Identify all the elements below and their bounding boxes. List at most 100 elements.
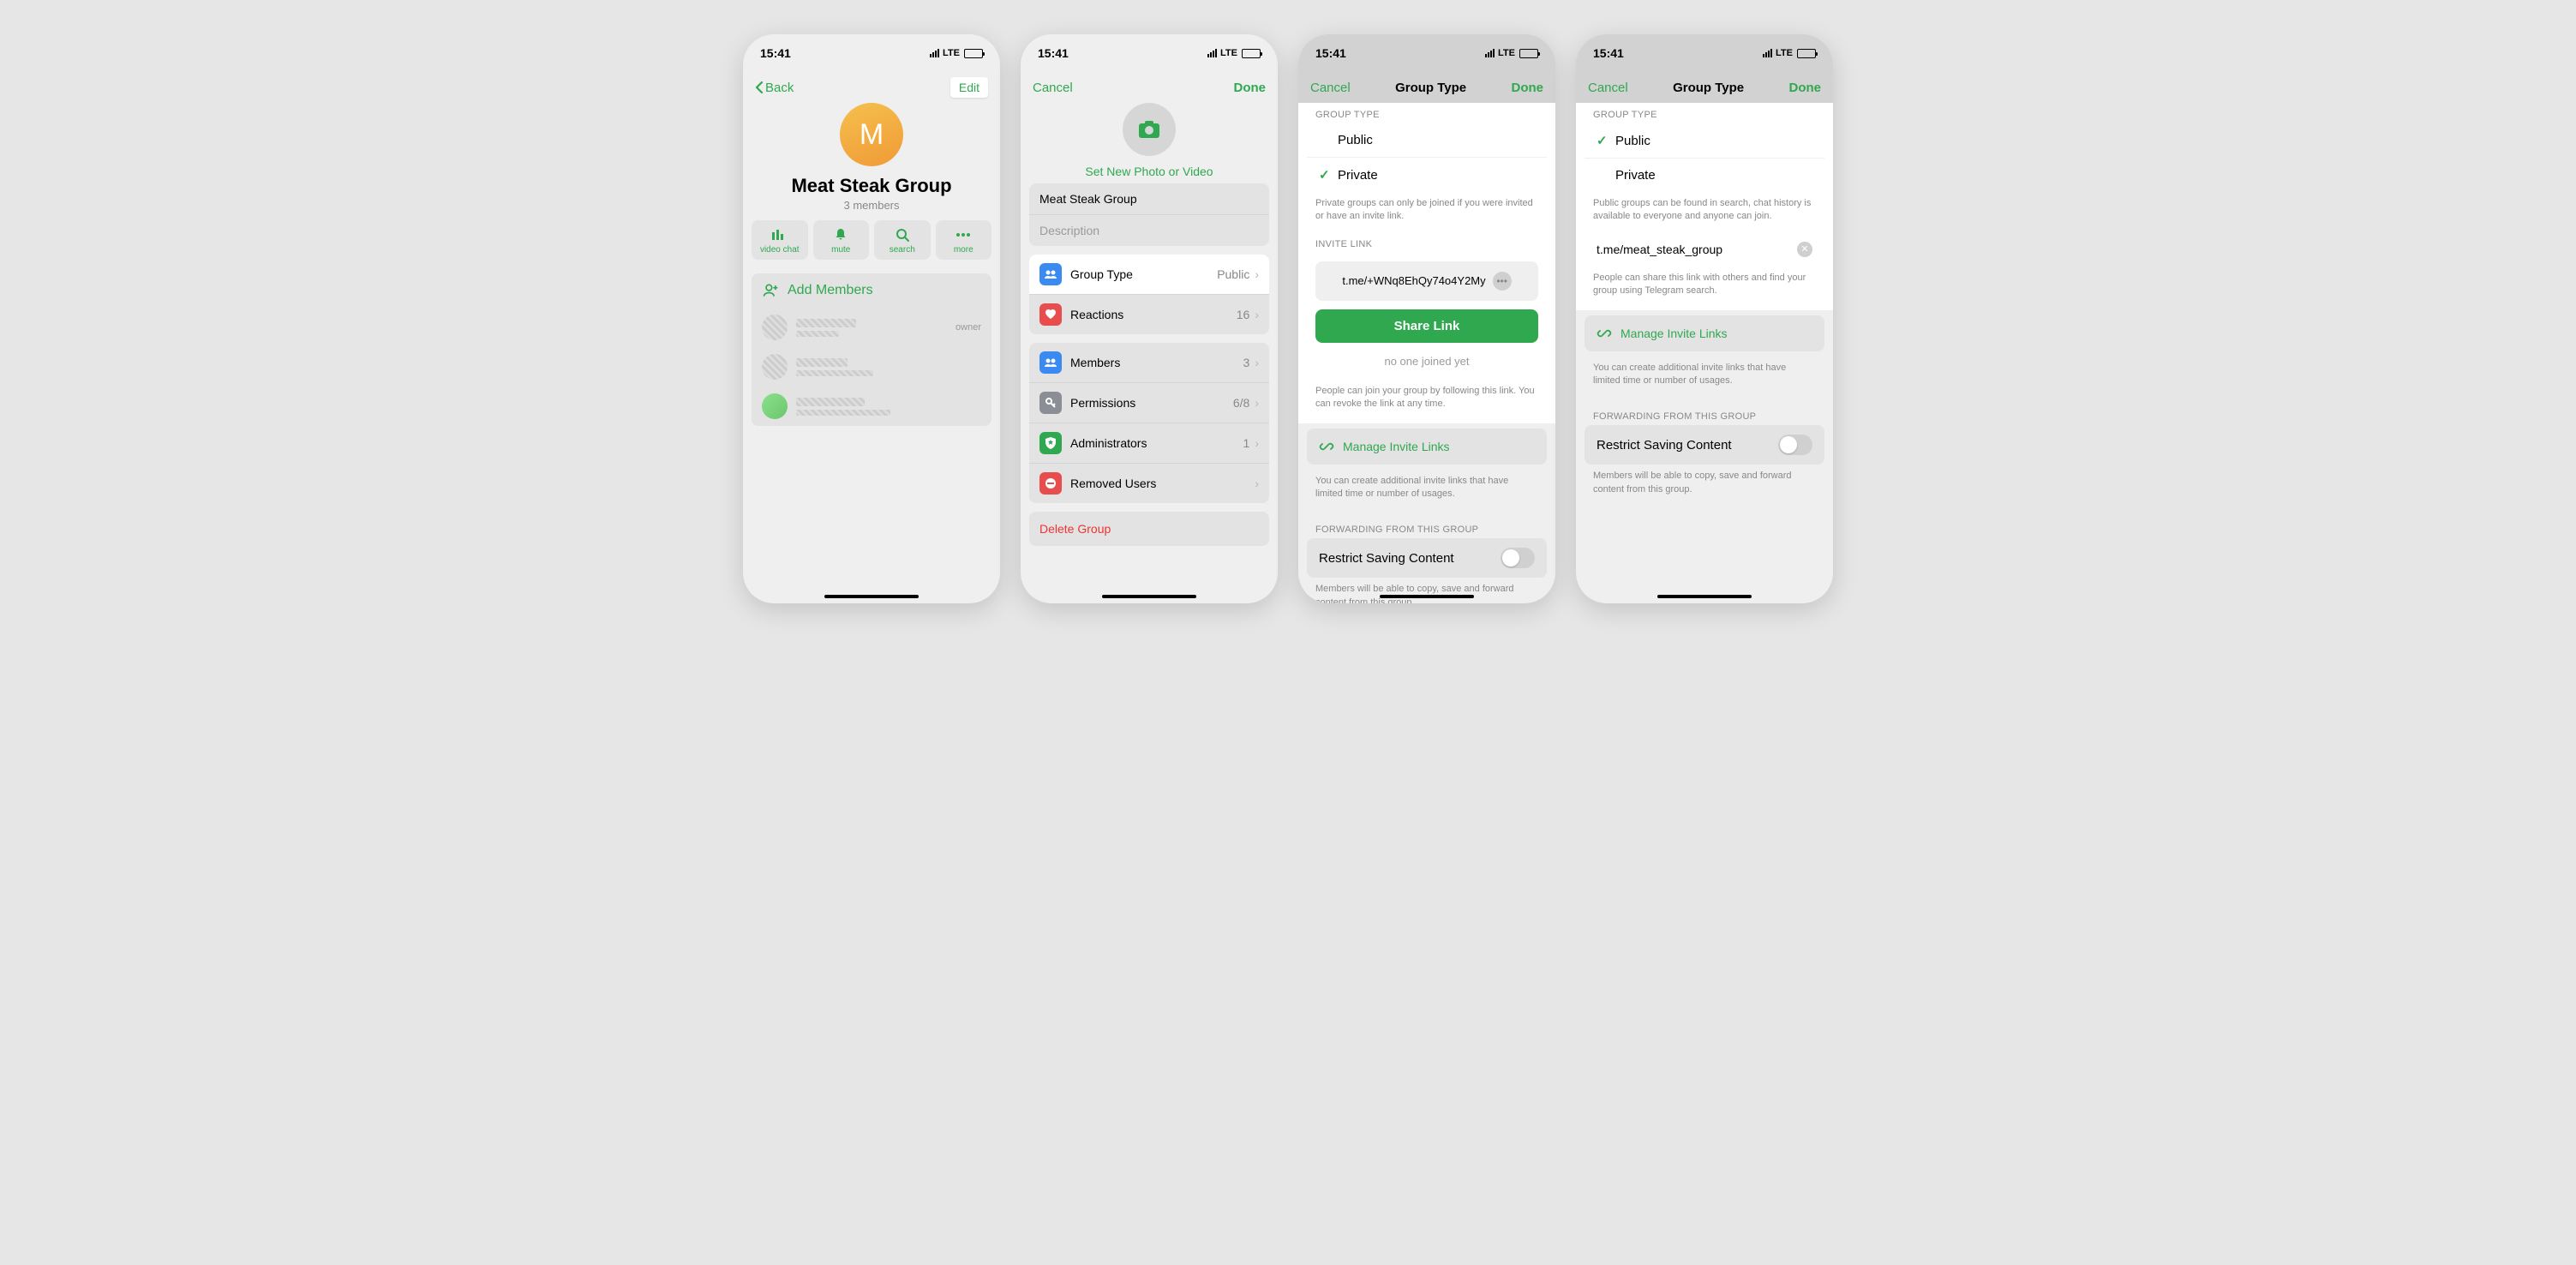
- removed-icon: [1039, 472, 1062, 495]
- administrators-label: Administrators: [1070, 436, 1243, 450]
- set-photo-button[interactable]: [1123, 103, 1176, 156]
- permissions-label: Permissions: [1070, 396, 1233, 410]
- group-type-header: GROUP TYPE: [1576, 103, 1833, 123]
- forwarding-header: FORWARDING FROM THIS GROUP: [1576, 405, 1833, 425]
- invite-link-footer: People can join your group by following …: [1298, 380, 1555, 420]
- set-photo-link[interactable]: Set New Photo or Video: [1021, 165, 1278, 178]
- public-link-text: t.me/meat_steak_group: [1597, 243, 1790, 256]
- nav-title: Group Type: [1673, 81, 1744, 95]
- private-option[interactable]: Private: [1585, 158, 1824, 192]
- home-indicator: [824, 595, 919, 598]
- description-input[interactable]: Description: [1029, 214, 1269, 246]
- members-label: Members: [1070, 356, 1243, 369]
- public-label: Public: [1338, 133, 1373, 147]
- public-option[interactable]: Public: [1307, 123, 1547, 157]
- manage-links-label: Manage Invite Links: [1343, 440, 1450, 453]
- chevron-right-icon: ›: [1255, 308, 1259, 321]
- restrict-saving-row[interactable]: Restrict Saving Content: [1307, 538, 1547, 578]
- cancel-button[interactable]: Cancel: [1588, 81, 1628, 95]
- group-avatar[interactable]: M: [840, 103, 903, 166]
- members-row[interactable]: Members 3 ›: [1029, 343, 1269, 382]
- edit-button[interactable]: Edit: [950, 77, 988, 98]
- forwarding-header: FORWARDING FROM THIS GROUP: [1298, 518, 1555, 538]
- member-row[interactable]: [752, 387, 991, 426]
- done-button[interactable]: Done: [1788, 81, 1821, 95]
- member-status-redacted: [796, 410, 890, 416]
- public-link-input[interactable]: t.me/meat_steak_group ✕: [1585, 232, 1824, 267]
- member-row[interactable]: owner: [752, 308, 991, 347]
- manage-links-label: Manage Invite Links: [1620, 327, 1728, 340]
- share-link-button[interactable]: Share Link: [1315, 309, 1538, 343]
- avatar: [762, 315, 788, 340]
- group-name-input[interactable]: Meat Steak Group: [1029, 183, 1269, 214]
- restrict-label: Restrict Saving Content: [1319, 551, 1454, 566]
- done-button[interactable]: Done: [1233, 81, 1266, 95]
- done-button[interactable]: Done: [1511, 81, 1543, 95]
- nav-bar: Cancel Done: [1021, 72, 1278, 103]
- add-members-label: Add Members: [788, 283, 873, 298]
- administrators-value: 1: [1243, 436, 1250, 450]
- settings-card-1: Group Type Public › Reactions 16 ›: [1029, 255, 1269, 334]
- restrict-toggle[interactable]: [1778, 435, 1812, 455]
- group-type-footer: Private groups can only be joined if you…: [1298, 192, 1555, 232]
- invite-link-box[interactable]: t.me/+WNq8EhQy74o4Y2My •••: [1315, 261, 1538, 301]
- signal-icon: [930, 49, 939, 57]
- video-chat-button[interactable]: video chat: [752, 220, 808, 260]
- invite-link-header: INVITE LINK: [1298, 232, 1555, 253]
- group-type-row[interactable]: Group Type Public ›: [1029, 255, 1269, 294]
- chevron-right-icon: ›: [1255, 396, 1259, 410]
- add-members-button[interactable]: Add Members: [752, 273, 991, 308]
- public-option[interactable]: ✓ Public: [1585, 123, 1824, 158]
- link-more-icon[interactable]: •••: [1493, 272, 1512, 291]
- action-row: video chat mute search more: [743, 212, 1000, 268]
- member-status-redacted: [796, 331, 839, 337]
- reactions-label: Reactions: [1070, 308, 1237, 321]
- member-name-redacted: [796, 358, 848, 367]
- signal-icon: [1207, 49, 1217, 57]
- search-button[interactable]: search: [874, 220, 931, 260]
- private-option[interactable]: ✓ Private: [1307, 157, 1547, 192]
- administrators-row[interactable]: Administrators 1 ›: [1029, 423, 1269, 463]
- chevron-left-icon: [755, 81, 764, 94]
- person-add-icon: [762, 282, 779, 299]
- more-button[interactable]: more: [936, 220, 992, 260]
- chevron-right-icon: ›: [1255, 356, 1259, 369]
- battery-icon: [1242, 49, 1261, 58]
- restrict-footer: Members will be able to copy, save and f…: [1576, 465, 1833, 505]
- settings-card-2: Members 3 › Permissions 6/8 › Administra…: [1029, 343, 1269, 503]
- chevron-right-icon: ›: [1255, 436, 1259, 450]
- permissions-row[interactable]: Permissions 6/8 ›: [1029, 382, 1269, 423]
- manage-invite-links-button[interactable]: Manage Invite Links: [1585, 315, 1824, 351]
- signal-icon: [1485, 49, 1495, 57]
- camera-icon: [1138, 120, 1160, 139]
- status-indicators: LTE: [1763, 48, 1816, 58]
- member-row[interactable]: [752, 347, 991, 387]
- clear-icon[interactable]: ✕: [1797, 242, 1812, 257]
- bell-icon: [834, 227, 848, 243]
- member-count: 3 members: [743, 199, 1000, 212]
- restrict-toggle[interactable]: [1501, 548, 1535, 568]
- mute-label: mute: [831, 245, 850, 255]
- delete-group-button[interactable]: Delete Group: [1029, 512, 1269, 546]
- home-indicator: [1102, 595, 1196, 598]
- back-button[interactable]: Back: [755, 81, 794, 95]
- group-type-list: ✓ Public Private: [1585, 123, 1824, 192]
- status-bar: 15:41 LTE: [743, 34, 1000, 72]
- group-type-header: GROUP TYPE: [1298, 103, 1555, 123]
- nav-bar: Cancel Group Type Done: [1298, 72, 1555, 103]
- more-icon: [956, 227, 971, 243]
- mute-button[interactable]: mute: [813, 220, 870, 260]
- removed-users-row[interactable]: Removed Users ›: [1029, 463, 1269, 503]
- status-bar: 15:41 LTE: [1021, 34, 1278, 72]
- nav-bar: Cancel Group Type Done: [1576, 72, 1833, 103]
- restrict-saving-row[interactable]: Restrict Saving Content: [1585, 425, 1824, 465]
- cancel-button[interactable]: Cancel: [1033, 81, 1073, 95]
- invite-link-text: t.me/+WNq8EhQy74o4Y2My: [1342, 274, 1485, 287]
- cancel-button[interactable]: Cancel: [1310, 81, 1351, 95]
- status-indicators: LTE: [1485, 48, 1538, 58]
- status-time: 15:41: [760, 46, 791, 60]
- invite-link-card: t.me/+WNq8EhQy74o4Y2My ••• Share Link no…: [1307, 253, 1547, 380]
- reactions-row[interactable]: Reactions 16 ›: [1029, 294, 1269, 334]
- home-indicator: [1380, 595, 1474, 598]
- manage-invite-links-button[interactable]: Manage Invite Links: [1307, 429, 1547, 465]
